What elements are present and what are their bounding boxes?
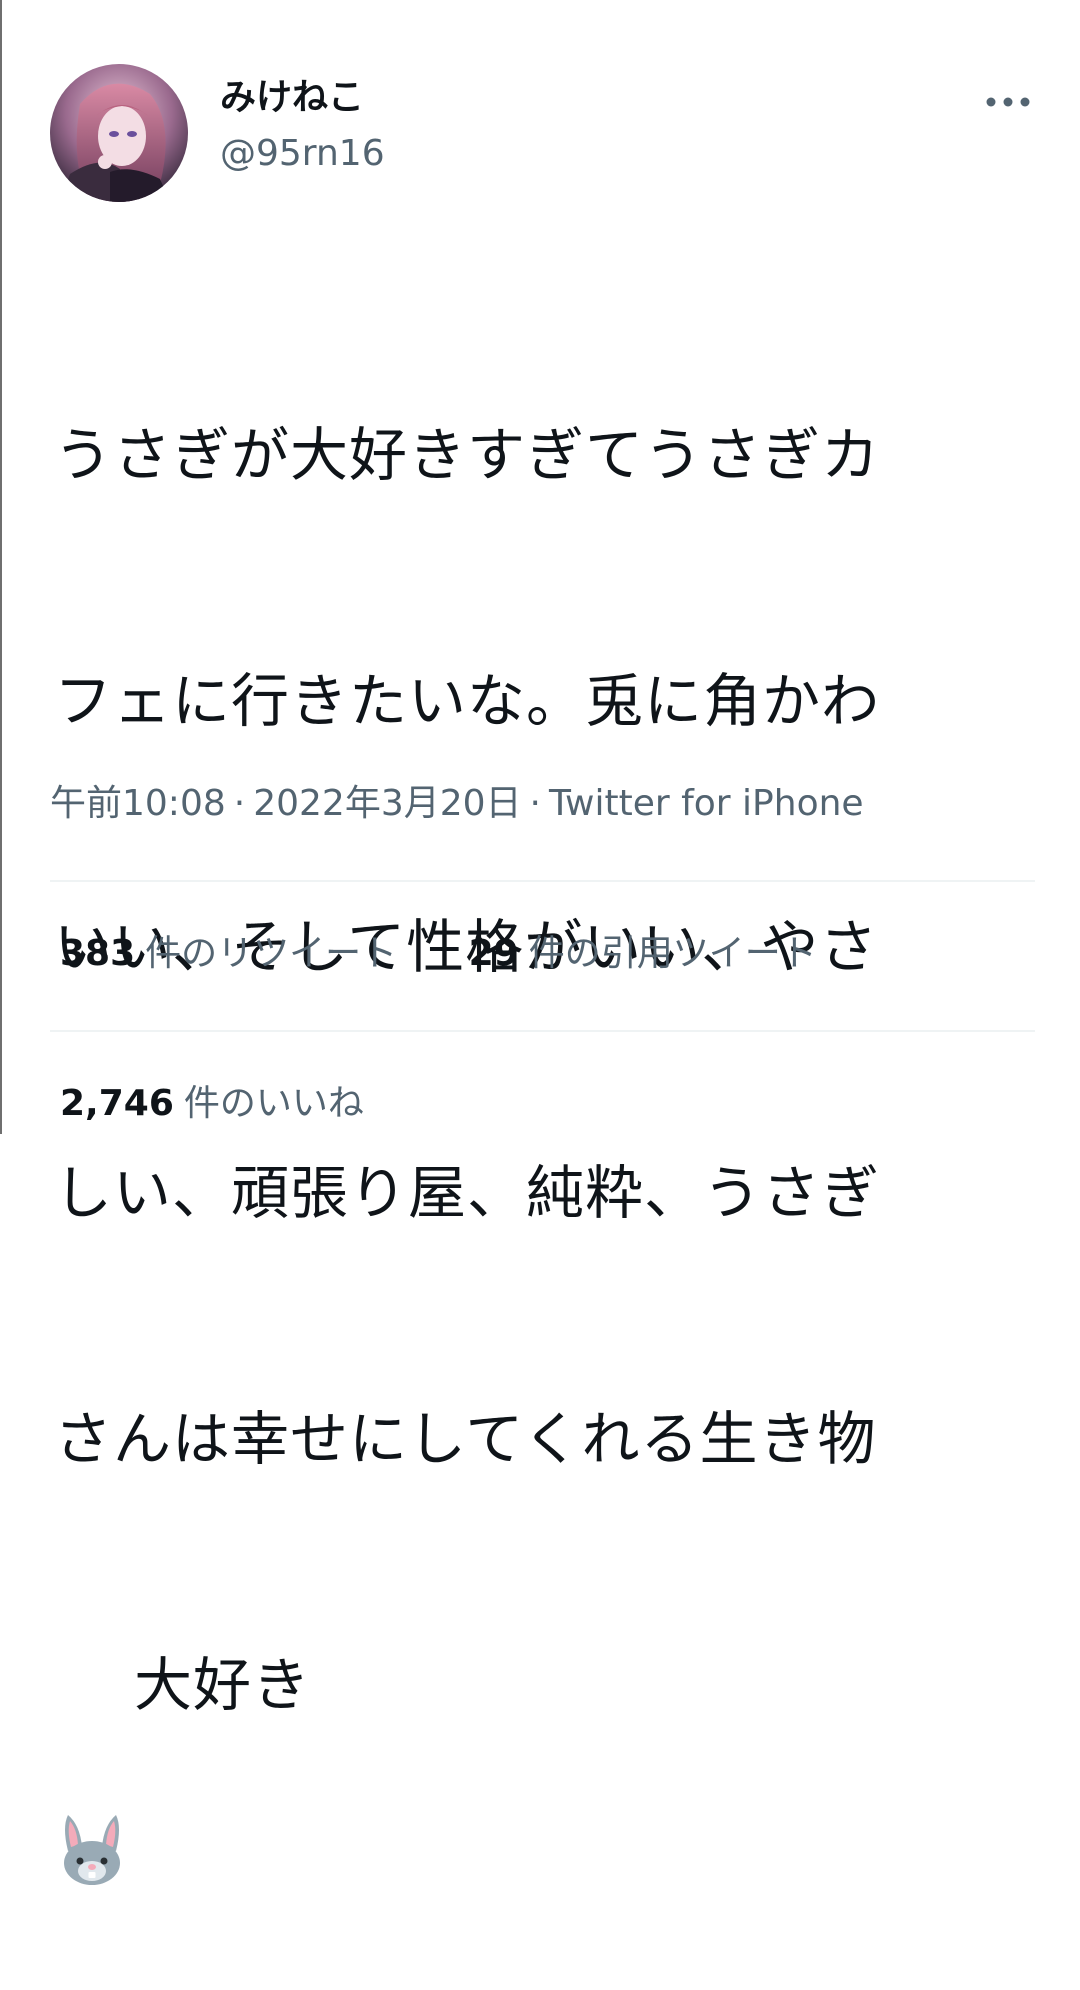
author-info: みけねこ @95rn16	[220, 76, 385, 176]
divider	[50, 880, 1035, 882]
likes-stats-row: 2,746 件のいいね	[60, 1082, 364, 1126]
tweet-metadata: 午前10:08 · 2022年3月20日 · Twitter for iPhone	[50, 782, 864, 826]
tweet-text: うさぎが大好きすぎてうさぎカ フェに行きたいな。兎に角かわ いい、そして性格がい…	[54, 250, 984, 1890]
engagement-stats-row: 383 件のリツイート 29 件の引用ツイート	[60, 932, 817, 976]
meta-separator: ·	[529, 783, 541, 824]
like-count: 2,746	[60, 1083, 174, 1124]
tweet-text-line: フェに行きたいな。兎に角かわ	[54, 667, 881, 735]
retweet-count-link[interactable]: 383 件のリツイート	[60, 932, 397, 976]
more-options-button[interactable]	[980, 82, 1036, 122]
avatar-image	[50, 64, 188, 202]
left-edge-border	[0, 0, 2, 1134]
meta-separator: ·	[233, 783, 246, 824]
tweet-text-line: うさぎが大好きすぎてうさぎカ	[54, 421, 881, 489]
tweet-time[interactable]: 午前10:08	[50, 783, 226, 824]
tweet-text-line: 大好き	[134, 1651, 312, 1719]
user-handle[interactable]: @95rn16	[220, 132, 385, 176]
quote-count: 29	[468, 933, 519, 974]
more-dots-icon	[986, 97, 1030, 107]
display-name[interactable]: みけねこ	[220, 76, 385, 120]
tweet-text-line: さんは幸せにしてくれる生き物	[54, 1405, 877, 1473]
quote-count-link[interactable]: 29 件の引用ツイート	[469, 932, 817, 976]
tweet-text-line: しい、頑張り屋、純粋、うさぎ	[54, 1159, 881, 1227]
retweet-label: 件のリツイート	[145, 933, 398, 974]
tweet-source[interactable]: Twitter for iPhone	[549, 783, 864, 824]
tweet-date[interactable]: 2022年3月20日	[253, 783, 521, 824]
like-label: 件のいいね	[183, 1083, 364, 1124]
rabbit-face-icon	[54, 1647, 130, 1885]
avatar[interactable]	[50, 64, 188, 202]
quote-label: 件の引用ツイート	[528, 933, 817, 974]
tweet-text-last-line: 大好き	[54, 1644, 984, 1885]
retweet-count: 383	[60, 933, 136, 974]
like-count-link[interactable]: 2,746 件のいいね	[60, 1082, 364, 1126]
divider	[50, 1030, 1035, 1032]
